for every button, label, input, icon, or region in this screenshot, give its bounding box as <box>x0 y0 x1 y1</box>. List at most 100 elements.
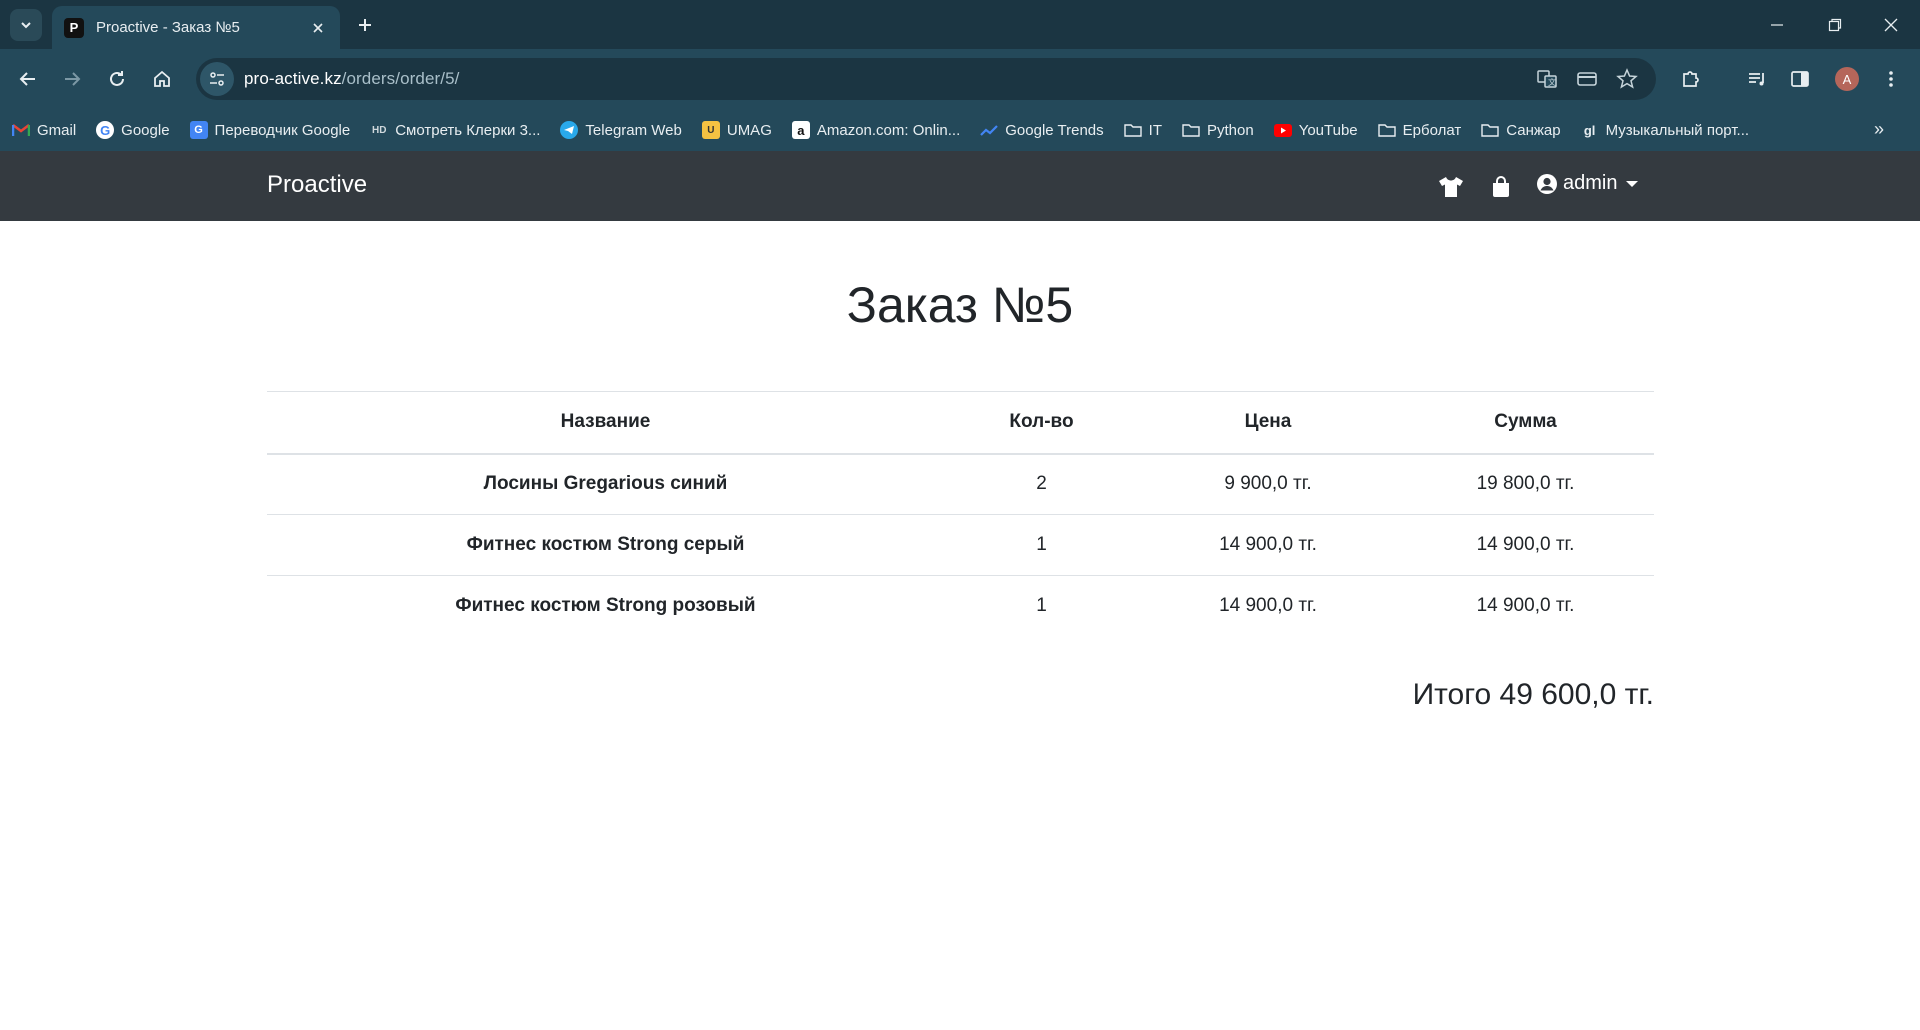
arrow-left-icon <box>19 72 35 86</box>
profile-button[interactable]: A <box>1832 64 1862 94</box>
credit-card-icon <box>1577 72 1597 86</box>
arrow-right-icon <box>65 72 81 86</box>
catalog-link[interactable] <box>1438 175 1464 199</box>
restore-button[interactable] <box>1806 0 1864 49</box>
minimize-button[interactable] <box>1748 0 1806 49</box>
url-text: pro-active.kz/orders/order/5/ <box>244 69 460 89</box>
bookmark-folder-sanzhar[interactable]: Санжар <box>1481 121 1561 139</box>
bookmark-label: Музыкальный порт... <box>1605 121 1750 139</box>
url-path: /orders/order/5/ <box>341 69 460 88</box>
side-panel-icon <box>1791 71 1809 87</box>
trends-icon <box>980 121 999 139</box>
telegram-icon <box>560 121 579 139</box>
item-qty: 2 <box>944 453 1139 515</box>
browser-tab-active[interactable]: P Proactive - Заказ №5 <box>52 6 340 49</box>
youtube-icon <box>1273 121 1292 139</box>
translate-page-button[interactable]: 文 <box>1534 66 1560 92</box>
translate-icon: G <box>189 121 208 139</box>
item-name: Лосины Gregarious синий <box>267 453 944 515</box>
bookmark-gmail[interactable]: Gmail <box>12 121 76 139</box>
bookmark-translate[interactable]: G Переводчик Google <box>189 121 350 139</box>
table-row: Фитнес костюм Strong серый 1 14 900,0 тг… <box>267 514 1654 576</box>
bookmark-youtube[interactable]: YouTube <box>1273 121 1358 139</box>
browser-toolbar: pro-active.kz/orders/order/5/ 文 A <box>0 49 1920 109</box>
minimize-icon <box>1771 23 1783 26</box>
bookmark-amazon[interactable]: a Amazon.com: Onlin... <box>791 121 961 139</box>
bookmark-folder-erbolat[interactable]: Ерболат <box>1377 121 1462 139</box>
reload-button[interactable] <box>101 63 133 95</box>
bookmark-label: IT <box>1148 121 1162 139</box>
order-total: Итого 49 600,0 тг. <box>1412 678 1654 711</box>
forward-button[interactable] <box>56 63 88 95</box>
home-icon <box>154 70 170 87</box>
bookmark-label: Google Trends <box>1005 121 1104 139</box>
close-window-button[interactable] <box>1862 0 1920 49</box>
google-icon: G <box>96 121 115 139</box>
folder-icon <box>1182 121 1200 139</box>
new-tab-button[interactable] <box>352 12 378 38</box>
table-row: Лосины Gregarious синий 2 9 900,0 тг. 19… <box>267 453 1654 515</box>
item-name: Фитнес костюм Strong розовый <box>267 575 944 637</box>
order-items-table: Название Кол-во Цена Сумма Лосины Gregar… <box>267 391 1654 637</box>
item-price: 14 900,0 тг. <box>1139 575 1397 637</box>
site-info-button[interactable] <box>200 62 234 96</box>
media-control-button[interactable] <box>1742 64 1772 94</box>
browser-menu-button[interactable] <box>1876 64 1906 94</box>
item-qty: 1 <box>944 575 1139 637</box>
bookmark-folder-python[interactable]: Python <box>1182 121 1254 139</box>
site-navbar: Proactive admin <box>0 151 1920 221</box>
folder-icon <box>1123 121 1142 139</box>
bookmark-label: Amazon.com: Onlin... <box>816 121 961 139</box>
bookmark-label: UMAG <box>726 121 772 139</box>
svg-text:文: 文 <box>1548 77 1556 87</box>
table-row: Фитнес костюм Strong розовый 1 14 900,0 … <box>267 575 1654 637</box>
amazon-icon: a <box>791 121 810 139</box>
bookmark-label: Ерболат <box>1402 121 1462 139</box>
item-sum: 14 900,0 тг. <box>1397 514 1654 576</box>
bookmark-telegram[interactable]: Telegram Web <box>560 121 682 139</box>
url-host: pro-active.kz <box>244 69 342 88</box>
back-button[interactable] <box>12 63 44 95</box>
item-sum: 19 800,0 тг. <box>1397 453 1654 515</box>
translate-icon: 文 <box>1537 70 1557 88</box>
umag-icon: U <box>701 121 720 139</box>
extensions-button[interactable] <box>1676 64 1706 94</box>
page-title: Заказ №5 <box>846 277 1074 333</box>
home-button[interactable] <box>146 63 178 95</box>
table-header-row: Название Кол-во Цена Сумма <box>267 391 1654 455</box>
bookmark-umag[interactable]: U UMAG <box>701 121 772 139</box>
bookmark-label: YouTube <box>1298 121 1358 139</box>
user-menu-dropdown[interactable]: admin <box>1536 172 1639 195</box>
cart-link[interactable] <box>1488 175 1514 199</box>
column-header-sum: Сумма <box>1397 391 1654 455</box>
chevron-double-right-icon[interactable]: » <box>1874 119 1884 140</box>
bookmark-label: Google <box>121 121 170 139</box>
bookmark-folder-it[interactable]: IT <box>1123 121 1162 139</box>
user-name: admin <box>1563 172 1618 194</box>
tab-search-button[interactable] <box>10 9 42 41</box>
tune-icon <box>210 72 224 86</box>
bookmark-star-button[interactable] <box>1614 66 1640 92</box>
item-sum: 14 900,0 тг. <box>1397 575 1654 637</box>
tab-title: Proactive - Заказ №5 <box>96 19 240 36</box>
payment-card-button[interactable] <box>1574 66 1600 92</box>
bookmark-google[interactable]: G Google <box>96 121 170 139</box>
gmail-icon <box>12 121 30 139</box>
bookmark-google-trends[interactable]: Google Trends <box>980 121 1104 139</box>
column-header-qty: Кол-во <box>944 391 1139 455</box>
bookmarks-bar: Gmail G Google G Переводчик Google HD См… <box>0 109 1920 151</box>
address-bar[interactable]: pro-active.kz/orders/order/5/ <box>196 58 1656 100</box>
bookmark-label: Смотреть Клерки 3... <box>395 121 541 139</box>
item-name: Фитнес костюм Strong серый <box>267 514 944 576</box>
column-header-price: Цена <box>1139 391 1397 455</box>
star-icon <box>1616 68 1638 89</box>
side-panel-button[interactable] <box>1785 64 1815 94</box>
bookmark-music-portal[interactable]: gl Музыкальный порт... <box>1581 121 1749 139</box>
profile-avatar: A <box>1835 67 1859 91</box>
playlist-icon <box>1749 73 1764 86</box>
bookmark-klerki[interactable]: HD Смотреть Клерки 3... <box>370 121 540 139</box>
site-brand-link[interactable]: Proactive <box>267 171 367 199</box>
plus-icon <box>359 19 371 31</box>
close-tab-icon[interactable] <box>308 18 328 38</box>
hd-icon: HD <box>371 124 387 136</box>
